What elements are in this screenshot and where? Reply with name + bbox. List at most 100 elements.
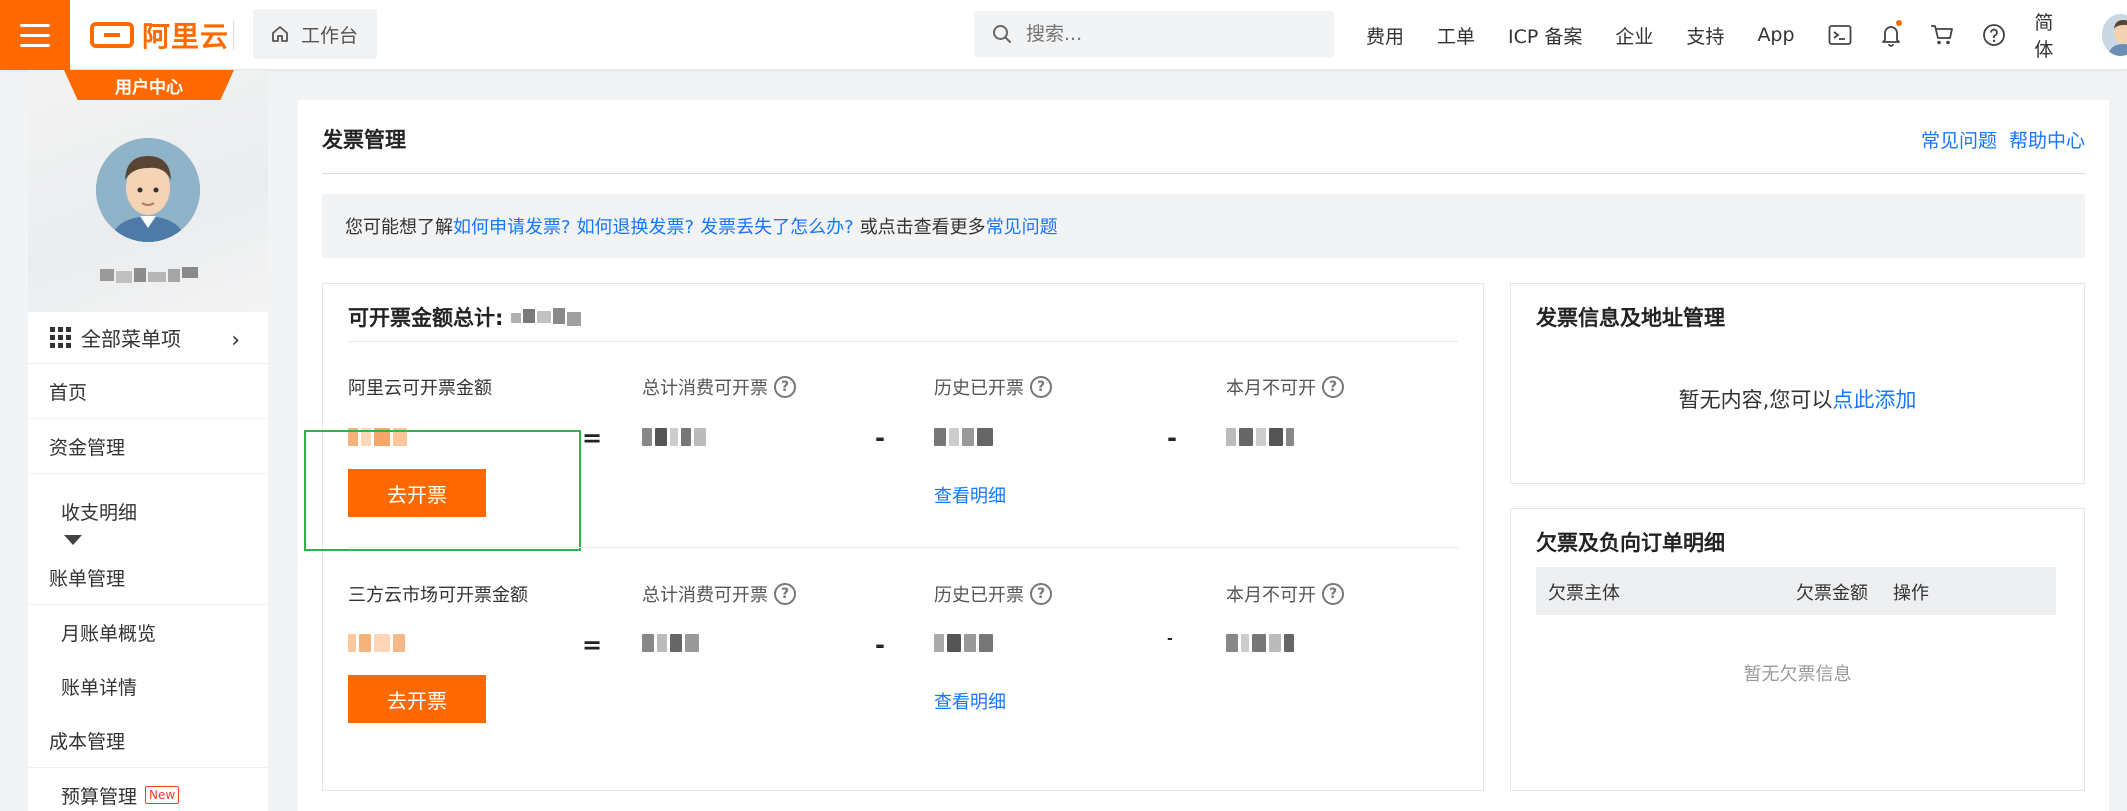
nav-fees[interactable]: 费用 xyxy=(1366,22,1404,49)
empty-state: 暂无内容,您可以点此添加 xyxy=(1511,384,2084,414)
question-icon[interactable]: ? xyxy=(774,583,796,605)
empty-text: 暂无内容,您可以 xyxy=(1678,388,1833,412)
sidebar-group-bills[interactable]: 账单管理 xyxy=(28,550,268,605)
tip-middle: 或点击查看更多 xyxy=(859,217,986,238)
profile-avatar[interactable] xyxy=(96,138,200,242)
bell-icon[interactable] xyxy=(1880,20,1903,48)
brand-name: 阿里云 xyxy=(142,20,230,53)
all-menu-button[interactable]: 全部菜单项 › xyxy=(28,312,268,364)
selection-highlight xyxy=(304,430,581,551)
sidebar-group-cost[interactable]: 成本管理 xyxy=(28,713,268,768)
minus-sign: - xyxy=(1167,424,1177,452)
column-header: 欠票主体 xyxy=(1548,583,1620,604)
view-details-link[interactable]: 查看明细 xyxy=(934,482,1006,508)
search-input[interactable] xyxy=(1026,23,1306,45)
card-title: 欠票及负向订单明细 xyxy=(1536,531,1725,555)
sidebar-item-transactions[interactable]: 收支明细 xyxy=(28,474,268,550)
minus-sign: - xyxy=(875,424,885,452)
total-invoicable: 可开票金额总计: xyxy=(348,302,589,332)
go-invoice-button[interactable]: 去开票 xyxy=(348,675,486,723)
sidebar-item-monthly-bill[interactable]: 月账单概览 xyxy=(28,605,268,659)
sidebar-group-funds[interactable]: 资金管理 xyxy=(28,419,268,474)
divider xyxy=(348,547,1458,548)
sidebar-item-bill-details[interactable]: 账单详情 xyxy=(28,659,268,713)
header-links: 常见问题 帮助中心 xyxy=(1921,126,2085,153)
all-menu-label: 全部菜单项 xyxy=(81,327,181,351)
month-unavailable-label: 本月不可开 ? xyxy=(1226,374,1344,400)
question-icon[interactable]: ? xyxy=(1030,376,1052,398)
label-text: 本月不可开 xyxy=(1226,585,1316,606)
sidebar-item-home[interactable]: 首页 xyxy=(28,364,268,419)
masked-value xyxy=(1226,632,1294,654)
card-title: 发票信息及地址管理 xyxy=(1536,306,1725,330)
masked-value xyxy=(642,632,699,654)
menu-line xyxy=(20,23,50,27)
history-invoiced-label: 历史已开票 ? xyxy=(934,374,1052,400)
equals-sign: = xyxy=(582,424,603,452)
language-switch[interactable]: 简体 xyxy=(2034,8,2067,62)
more-faq-link[interactable]: 常见问题 xyxy=(986,213,1058,239)
divider xyxy=(233,20,234,50)
question-icon[interactable]: ? xyxy=(1322,583,1344,605)
total-consumption-label: 总计消费可开票 ? xyxy=(642,581,796,607)
masked-value xyxy=(348,632,405,654)
search-icon xyxy=(993,25,1011,43)
how-to-apply-link[interactable]: 如何申请发票? xyxy=(453,213,571,239)
view-details-link[interactable]: 查看明细 xyxy=(934,688,1006,714)
menu-line xyxy=(20,43,50,47)
masked-value xyxy=(934,426,993,448)
caret-down-icon[interactable] xyxy=(64,534,82,545)
main-panel: 发票管理 常见问题 帮助中心 您可能想了解 如何申请发票? 如何退换发票? 发票… xyxy=(298,100,2109,811)
nav-tickets[interactable]: 工单 xyxy=(1437,22,1475,49)
label-text: 本月不可开 xyxy=(1226,378,1316,399)
help-center-link[interactable]: 帮助中心 xyxy=(2009,126,2085,153)
tip-bar: 您可能想了解 如何申请发票? 如何退换发票? 发票丢失了怎么办? 或点击查看更多… xyxy=(322,194,2085,258)
lost-invoice-link[interactable]: 发票丢失了怎么办? xyxy=(700,213,854,239)
label-text: 总计消费可开票 xyxy=(642,378,768,399)
aliyun-logo-icon xyxy=(90,22,134,48)
invoice-amount-card: 可开票金额总计: 阿里云可开票金额 总计消费可开票 ? 历史已开票 ? 本月不可… xyxy=(304,283,1484,791)
question-icon[interactable]: ? xyxy=(1322,376,1344,398)
user-center-ribbon[interactable]: 用户中心 xyxy=(64,70,234,100)
total-consumption-label: 总计消费可开票 ? xyxy=(642,374,796,400)
nav-support[interactable]: 支持 xyxy=(1686,22,1724,49)
hamburger-menu-button[interactable] xyxy=(0,0,70,70)
help-circle-icon[interactable] xyxy=(1982,22,2006,48)
cart-icon[interactable] xyxy=(1930,22,1954,48)
owed-invoice-card: 欠票及负向订单明细 欠票主体 欠票金额 操作 暂无欠票信息 xyxy=(1510,508,2085,791)
marketplace-invoicable-label: 三方云市场可开票金额 xyxy=(348,585,528,606)
label-text: 历史已开票 xyxy=(934,378,1024,399)
total-label: 可开票金额总计: xyxy=(348,306,504,330)
equals-sign: = xyxy=(582,631,603,659)
empty-state: 暂无欠票信息 xyxy=(1743,664,1852,685)
terminal-icon[interactable] xyxy=(1828,22,1852,48)
question-icon[interactable]: ? xyxy=(774,376,796,398)
question-icon[interactable]: ? xyxy=(1030,583,1052,605)
divider xyxy=(322,173,2085,174)
label-text: 总计消费可开票 xyxy=(642,585,768,606)
masked-value xyxy=(642,426,706,448)
add-info-link[interactable]: 点此添加 xyxy=(1832,388,1916,412)
sidebar-item-label: 预算管理 xyxy=(61,785,138,808)
chevron-right-icon: › xyxy=(231,328,240,353)
label-text: 历史已开票 xyxy=(934,585,1024,606)
masked-amount xyxy=(511,308,582,326)
how-to-exchange-link[interactable]: 如何退换发票? xyxy=(577,213,695,239)
workbench-button[interactable]: 工作台 xyxy=(253,9,377,59)
divider xyxy=(348,341,1458,342)
aliyun-logo[interactable]: 阿里云 xyxy=(90,16,229,54)
new-badge: New xyxy=(145,786,180,804)
user-avatar[interactable] xyxy=(2101,14,2127,56)
search-box[interactable] xyxy=(974,11,1334,57)
faq-link[interactable]: 常见问题 xyxy=(1921,126,1997,153)
top-nav: 费用 工单 ICP 备案 企业 支持 App 简体 xyxy=(1366,0,2127,70)
month-unavailable-label: 本月不可开 ? xyxy=(1226,581,1344,607)
table-header: 欠票主体 欠票金额 操作 xyxy=(1536,567,2056,615)
masked-username xyxy=(96,265,200,287)
home-icon xyxy=(272,26,288,42)
grid-icon xyxy=(50,327,71,348)
nav-icp[interactable]: ICP 备案 xyxy=(1508,22,1582,49)
nav-app[interactable]: App xyxy=(1757,24,1794,46)
nav-enterprise[interactable]: 企业 xyxy=(1615,22,1653,49)
sidebar-item-budget[interactable]: 预算管理 New xyxy=(28,768,268,811)
